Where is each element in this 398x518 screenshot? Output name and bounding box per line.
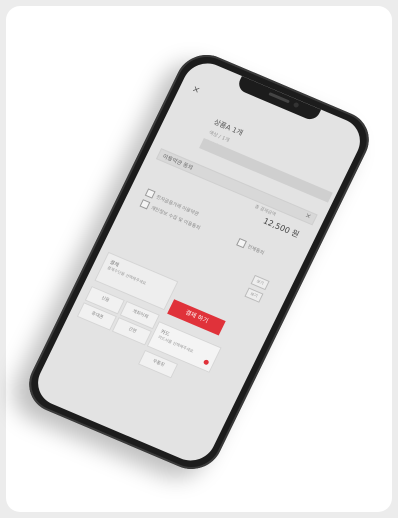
view-button[interactable]: 보기: [244, 287, 264, 303]
speaker-icon: [268, 92, 290, 104]
checkbox[interactable]: [139, 199, 151, 210]
close-icon[interactable]: ×: [304, 211, 313, 220]
checkbox-row[interactable]: 전체동의: [236, 237, 266, 256]
selected-dot-icon: [202, 359, 210, 366]
agreement-label: 이용약관 동의: [161, 153, 194, 172]
close-icon[interactable]: ×: [190, 84, 201, 96]
section-text: 결제수단을 선택해주세요: [106, 264, 148, 286]
price-value: 12,500 원: [261, 216, 301, 240]
checkbox-label: 전체동의: [246, 244, 265, 256]
view-button[interactable]: 보기: [250, 274, 270, 291]
checkbox[interactable]: [236, 237, 247, 249]
checkbox[interactable]: [144, 188, 156, 199]
camera-icon: [292, 101, 300, 109]
